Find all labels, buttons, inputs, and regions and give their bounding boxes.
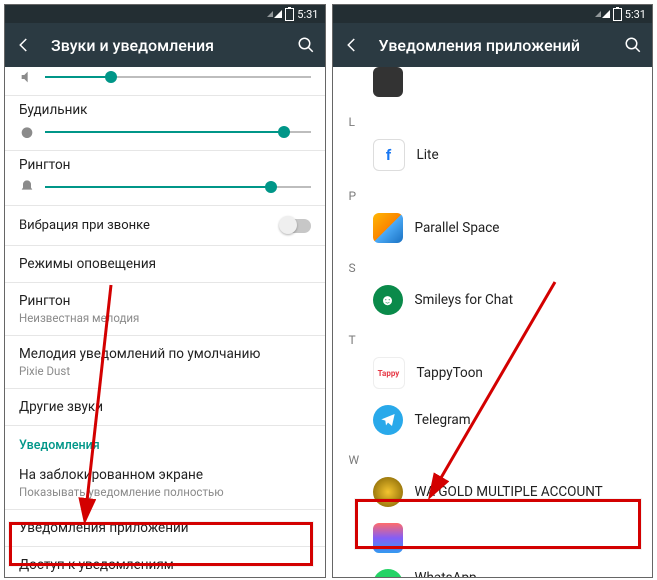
parallel-icon — [373, 213, 403, 243]
section-letter: T — [333, 323, 653, 349]
page-title: Звуки и уведомления — [51, 36, 279, 55]
whatsapp-icon — [373, 569, 403, 577]
back-icon[interactable] — [15, 36, 33, 54]
list-item-smileys[interactable]: ☻ Smileys for Chat — [333, 277, 653, 323]
alarm-icon — [19, 124, 35, 140]
battery-icon — [285, 8, 294, 21]
section-notifications: Уведомления — [5, 425, 325, 457]
alarm-slider-row: Будильник — [5, 95, 325, 150]
wagold-icon — [373, 477, 403, 507]
section-letter: L — [333, 105, 653, 131]
app-notifications-row[interactable]: Уведомления приложений — [5, 509, 325, 546]
list-item-wagold[interactable]: WA GOLD MULTIPLE ACCOUNT — [333, 469, 653, 515]
section-letter: S — [333, 251, 653, 277]
facebook-icon: f — [373, 139, 405, 171]
alarm-slider[interactable] — [45, 131, 311, 133]
search-icon[interactable] — [624, 36, 642, 54]
list-item[interactable] — [333, 67, 653, 105]
app-bar: Звуки и уведомления — [5, 23, 325, 67]
lockscreen-row[interactable]: На заблокированном экране Показывать уве… — [5, 457, 325, 509]
section-letter: P — [333, 179, 653, 205]
speaker-icon — [19, 69, 35, 85]
ringtone-vol-label: Рингтон — [19, 157, 311, 173]
alarm-label: Будильник — [19, 102, 311, 118]
media-slider[interactable] — [45, 76, 311, 78]
back-icon[interactable] — [343, 36, 361, 54]
section-letter: W — [333, 443, 653, 469]
list-item-telegram[interactable]: Telegram — [333, 397, 653, 443]
clock: 5:31 — [625, 8, 646, 21]
list-item[interactable] — [333, 515, 653, 561]
list-item-parallel[interactable]: Parallel Space — [333, 205, 653, 251]
modes-row[interactable]: Режимы оповещения — [5, 245, 325, 282]
clock: 5:31 — [297, 8, 318, 21]
ringtone-slider[interactable] — [45, 186, 311, 188]
list-item-lite[interactable]: f Lite — [333, 131, 653, 179]
page-title: Уведомления приложений — [379, 36, 607, 55]
app-bar: Уведомления приложений — [333, 23, 653, 67]
list-item-whatsapp[interactable]: WhatsApp Важные — [333, 561, 653, 577]
right-screenshot: 5:31 Уведомления приложений L f Lite P P… — [332, 4, 654, 578]
notification-access-row[interactable]: Доступ к уведомлениям Приложения не могу… — [5, 546, 325, 577]
vibrate-switch[interactable] — [281, 219, 311, 233]
list-item-tappy[interactable]: Tappy TappyToon — [333, 349, 653, 397]
search-icon[interactable] — [297, 36, 315, 54]
ringtone-row[interactable]: Рингтон Неизвестная мелодия — [5, 282, 325, 335]
bell-icon — [19, 179, 35, 195]
settings-content: Будильник Рингтон Вибрация при звонке — [5, 67, 325, 577]
vibrate-row[interactable]: Вибрация при звонке — [5, 205, 325, 245]
other-sounds-row[interactable]: Другие звуки — [5, 388, 325, 425]
battery-icon — [613, 8, 622, 21]
tappy-icon: Tappy — [373, 357, 405, 389]
app-icon — [373, 67, 403, 97]
vibrate-label: Вибрация при звонке — [19, 218, 150, 233]
telegram-icon — [373, 405, 403, 435]
ringtone-slider-row: Рингтон — [5, 150, 325, 205]
left-screenshot: 5:31 Звуки и уведомления Будильник — [4, 4, 326, 578]
default-notif-sound-row[interactable]: Мелодия уведомлений по умолчанию Pixie D… — [5, 335, 325, 388]
media-slider-row — [5, 67, 325, 95]
app-list: L f Lite P Parallel Space S ☻ Smileys fo… — [333, 67, 653, 577]
app-icon — [373, 523, 403, 553]
smileys-icon: ☻ — [373, 285, 403, 315]
status-bar: 5:31 — [333, 5, 653, 23]
status-bar: 5:31 — [5, 5, 325, 23]
